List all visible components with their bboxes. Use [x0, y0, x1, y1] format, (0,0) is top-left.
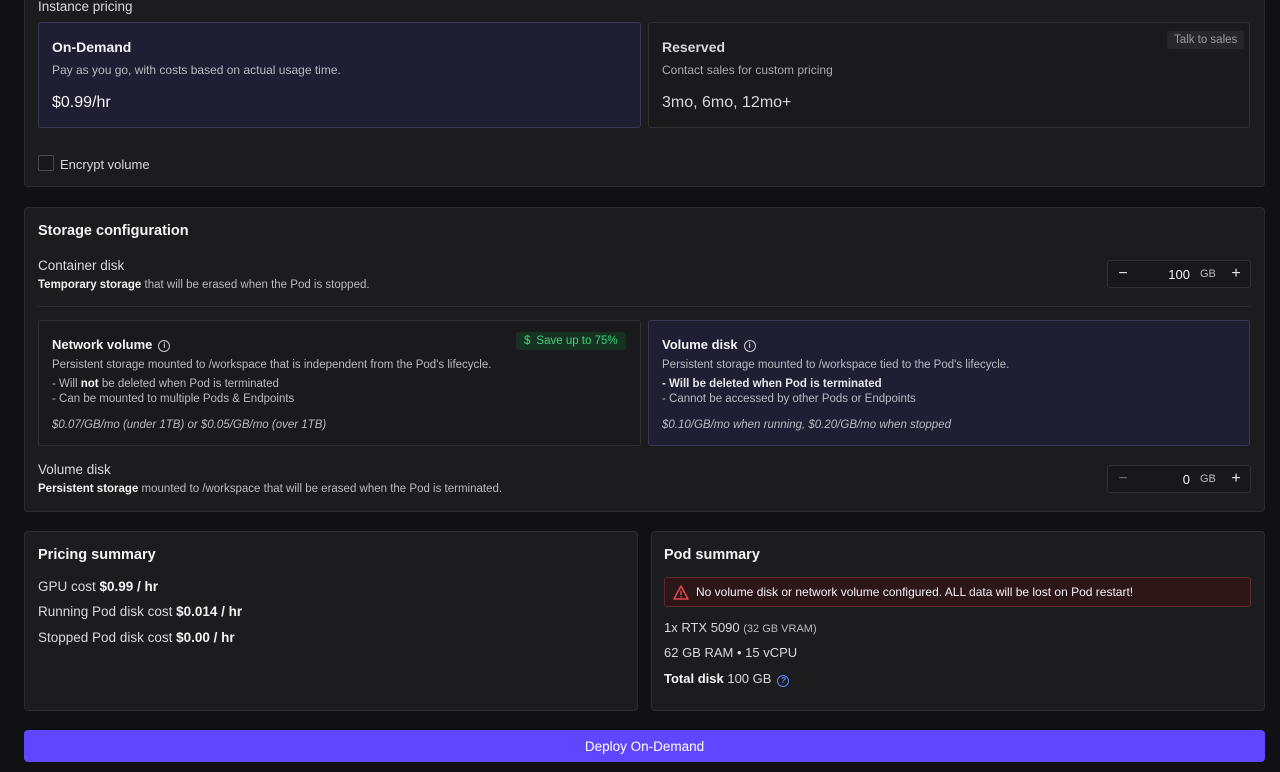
container-disk-value[interactable]: 100 — [1138, 267, 1200, 282]
volume-disk-label: Volume disk — [38, 462, 111, 477]
dollar-icon: $ — [524, 335, 531, 347]
container-disk-stepper[interactable]: − 100 GB + — [1107, 260, 1251, 288]
data-loss-warning: No volume disk or network volume configu… — [664, 577, 1251, 607]
help-icon[interactable]: ? — [777, 675, 790, 687]
network-volume-title: Network volume i — [52, 337, 171, 352]
container-disk-desc-rest: that will be erased when the Pod is stop… — [141, 279, 370, 291]
gpu-vram: (32 GB VRAM) — [743, 623, 817, 635]
on-demand-description: Pay as you go, with costs based on actua… — [52, 63, 341, 77]
running-disk-cost-label: Running Pod disk cost — [38, 604, 177, 619]
network-volume-title-text: Network volume — [52, 337, 153, 352]
gpu-cost-row: GPU cost $0.99 / hr — [38, 579, 158, 594]
gpu-model: 1x RTX 5090 — [664, 620, 740, 635]
reserved-description: Contact sales for custom pricing — [662, 63, 833, 77]
warning-icon — [673, 584, 689, 600]
reserved-price: 3mo, 6mo, 12mo+ — [662, 94, 792, 111]
volume-disk-card-title: Volume disk i — [662, 337, 756, 352]
volume-disk-card-price: $0.10/GB/mo when running, $0.20/GB/mo wh… — [662, 419, 951, 431]
running-disk-cost-value: $0.014 / hr — [176, 604, 243, 619]
pod-summary-title: Pod summary — [664, 547, 760, 563]
volume-disk-card-bullet-2: - Cannot be accessed by other Pods or En… — [662, 393, 916, 405]
on-demand-price: $0.99/hr — [52, 94, 111, 111]
network-volume-description: Persistent storage mounted to /workspace… — [52, 359, 492, 371]
stopped-disk-cost-row: Stopped Pod disk cost $0.00 / hr — [38, 630, 235, 645]
on-demand-option[interactable]: On-Demand Pay as you go, with costs base… — [38, 22, 641, 128]
total-disk-label: Total disk — [664, 671, 724, 686]
network-volume-bullet-2: - Can be mounted to multiple Pods & Endp… — [52, 393, 295, 405]
encrypt-volume-checkbox[interactable] — [38, 155, 54, 171]
network-volume-bullet-1: - Will not be deleted when Pod is termin… — [52, 378, 279, 390]
volume-disk-card-title-text: Volume disk — [662, 337, 738, 352]
gpu-cost-label: GPU cost — [38, 579, 100, 594]
container-disk-desc-strong: Temporary storage — [38, 279, 142, 291]
volume-disk-card-description: Persistent storage mounted to /workspace… — [662, 359, 1010, 371]
on-demand-title: On-Demand — [52, 39, 132, 55]
volume-disk-option[interactable]: Volume disk i Persistent storage mounted … — [648, 320, 1250, 446]
info-icon[interactable]: i — [743, 340, 756, 352]
network-volume-bullet-1-a: - Will — [52, 378, 81, 390]
volume-disk-decrement-button[interactable]: − — [1108, 466, 1138, 492]
stopped-disk-cost-label: Stopped Pod disk cost — [38, 630, 177, 645]
storage-divider — [38, 306, 1250, 307]
reserved-title: Reserved — [662, 39, 726, 55]
volume-disk-stepper[interactable]: − 0 GB + — [1107, 465, 1251, 493]
running-disk-cost-row: Running Pod disk cost $0.014 / hr — [38, 604, 242, 619]
save-badge: $ Save up to 75% — [516, 332, 626, 350]
reserved-option[interactable]: Reserved Contact sales for custom pricin… — [648, 22, 1250, 128]
encrypt-volume-label: Encrypt volume — [60, 157, 150, 172]
volume-disk-desc-rest: mounted to /workspace that will be erase… — [138, 483, 503, 495]
container-disk-description: Temporary storage that will be erased wh… — [38, 279, 370, 291]
instance-pricing-label: Instance pricing — [38, 0, 133, 14]
volume-disk-description: Persistent storage mounted to /workspace… — [38, 483, 502, 495]
gpu-cost-value: $0.99 / hr — [99, 579, 159, 594]
container-disk-increment-button[interactable]: + — [1222, 261, 1250, 287]
data-loss-warning-text: No volume disk or network volume configu… — [696, 585, 1134, 599]
deploy-button[interactable]: Deploy On-Demand — [24, 730, 1265, 762]
volume-disk-card-bullet-1: - Will be deleted when Pod is terminated — [662, 378, 882, 390]
volume-disk-unit: GB — [1200, 473, 1216, 485]
network-volume-bullet-1-c: be deleted when Pod is terminated — [98, 378, 279, 390]
volume-disk-increment-button[interactable]: + — [1222, 466, 1250, 492]
talk-to-sales-badge[interactable]: Talk to sales — [1167, 31, 1245, 49]
info-icon[interactable]: i — [158, 340, 171, 352]
container-disk-label: Container disk — [38, 258, 125, 273]
gpu-spec: 1x RTX 5090 (32 GB VRAM) — [664, 620, 817, 635]
storage-configuration-title: Storage configuration — [38, 223, 189, 239]
pricing-summary-title: Pricing summary — [38, 547, 156, 563]
ram-cpu-spec: 62 GB RAM • 15 vCPU — [664, 645, 798, 660]
network-volume-price: $0.07/GB/mo (under 1TB) or $0.05/GB/mo (… — [52, 419, 327, 431]
save-badge-text: Save up to 75% — [536, 335, 618, 347]
network-volume-option[interactable]: Network volume i $ Save up to 75% Persiste… — [38, 320, 641, 446]
stopped-disk-cost-value: $0.00 / hr — [176, 630, 235, 645]
network-volume-bullet-1-b: not — [80, 378, 99, 390]
container-disk-decrement-button[interactable]: − — [1108, 261, 1138, 287]
container-disk-unit: GB — [1200, 268, 1216, 280]
volume-disk-value[interactable]: 0 — [1138, 472, 1200, 487]
total-disk-row: Total disk 100 GB? — [664, 671, 790, 687]
volume-disk-desc-strong: Persistent storage — [38, 483, 139, 495]
total-disk-value: 100 GB — [727, 671, 772, 686]
